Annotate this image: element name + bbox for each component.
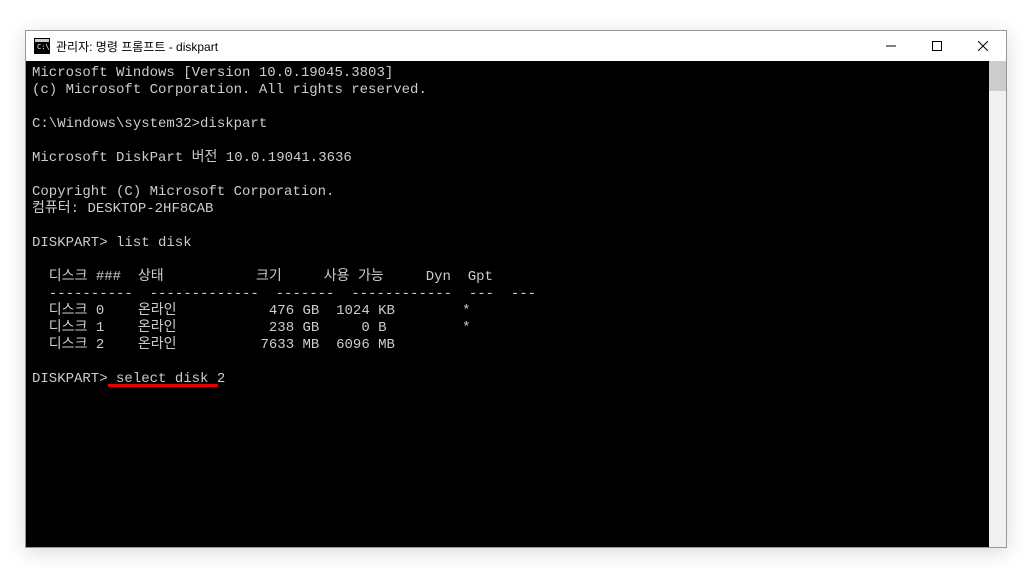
annotation-underline <box>108 384 218 387</box>
titlebar[interactable]: C:\ 관리자: 명령 프롬프트 - diskpart <box>26 31 1006 61</box>
close-button[interactable] <box>960 31 1006 61</box>
vertical-scrollbar[interactable] <box>989 61 1006 547</box>
output-line: Microsoft DiskPart 버전 10.0.19041.3636 <box>32 150 352 166</box>
table-separator: ---------- ------------- ------- -------… <box>32 286 536 302</box>
window-controls <box>868 31 1006 61</box>
output-line: 컴퓨터: DESKTOP-2HF8CAB <box>32 201 213 217</box>
output-line: C:\Windows\system32>diskpart <box>32 116 267 132</box>
output-line: (c) Microsoft Corporation. All rights re… <box>32 82 427 98</box>
output-line: Microsoft Windows [Version 10.0.19045.38… <box>32 65 393 81</box>
output-line: DISKPART> list disk <box>32 235 192 251</box>
svg-text:C:\: C:\ <box>37 43 50 51</box>
table-row: 디스크 1 온라인 238 GB 0 B * <box>32 320 471 336</box>
minimize-button[interactable] <box>868 31 914 61</box>
window-title: 관리자: 명령 프롬프트 - diskpart <box>56 38 868 55</box>
scrollbar-thumb[interactable] <box>989 61 1006 91</box>
command-prompt-window: C:\ 관리자: 명령 프롬프트 - diskpart Microsoft Wi… <box>25 30 1007 548</box>
table-row: 디스크 0 온라인 476 GB 1024 KB * <box>32 303 471 319</box>
output-line: Copyright (C) Microsoft Corporation. <box>32 184 334 200</box>
terminal-output: Microsoft Windows [Version 10.0.19045.38… <box>26 61 1006 392</box>
cmd-icon: C:\ <box>34 38 50 54</box>
table-row: 디스크 2 온라인 7633 MB 6096 MB <box>32 337 395 353</box>
terminal-area[interactable]: Microsoft Windows [Version 10.0.19045.38… <box>26 61 1006 547</box>
table-header: 디스크 ### 상태 크기 사용 가능 Dyn Gpt <box>32 269 493 285</box>
maximize-button[interactable] <box>914 31 960 61</box>
